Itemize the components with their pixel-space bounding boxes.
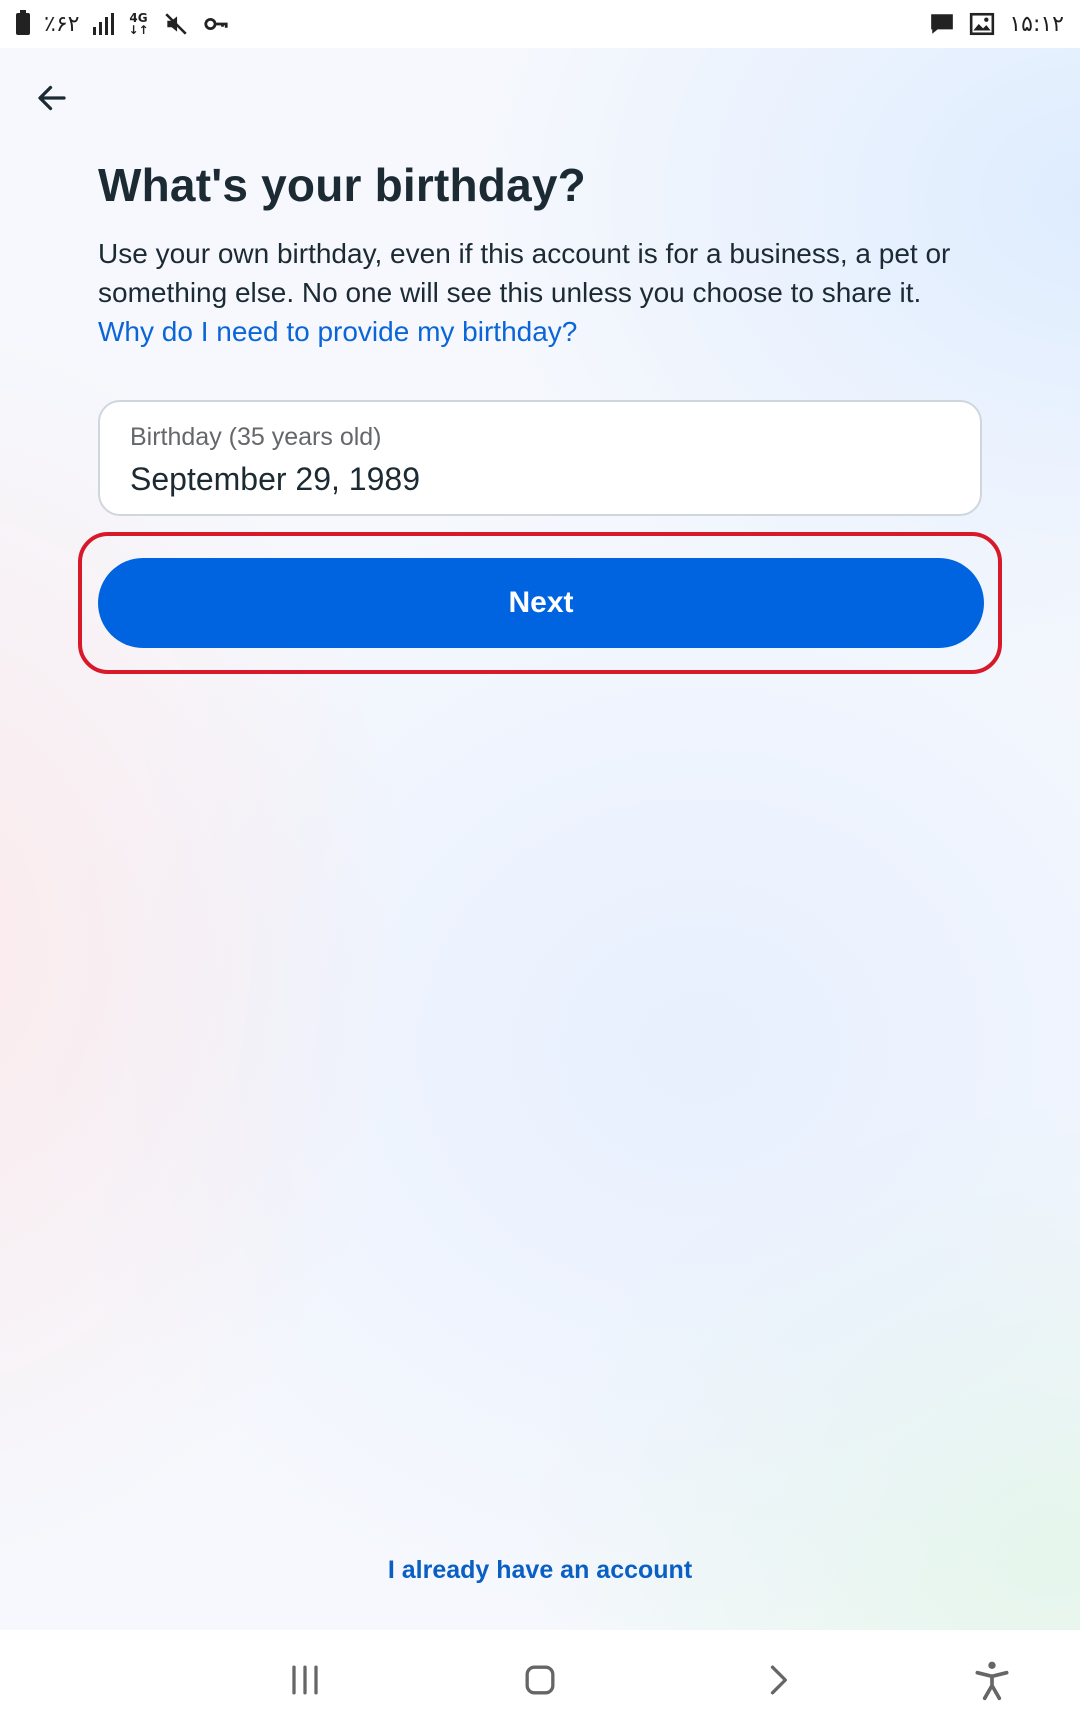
birthday-field[interactable]: Birthday (35 years old) September 29, 19… [98,400,982,516]
description-text: Use your own birthday, even if this acco… [98,238,951,308]
home-icon [525,1665,555,1695]
network-4g-icon: 4G ↓↑ [128,11,149,37]
why-birthday-link[interactable]: Why do I need to provide my birthday? [98,316,577,347]
arrow-left-icon [38,85,66,111]
page-description: Use your own birthday, even if this acco… [98,234,978,351]
next-button[interactable]: Next [98,558,984,648]
signal-icon [93,13,115,35]
mute-icon [164,13,187,35]
birthday-field-label: Birthday (35 years old) [130,423,382,451]
navigation-bar [0,1630,1080,1728]
back-nav-button[interactable] [752,1654,804,1706]
battery-percentage: ٪۶۲ [44,11,80,37]
back-button[interactable] [28,74,76,122]
recent-apps-button[interactable] [279,1654,331,1706]
key-icon [203,17,228,31]
battery-icon [16,10,30,35]
status-bar: ٪۶۲ 4G ↓↑ ۱۵:۱۲ [0,0,1080,48]
recent-apps-icon [292,1665,318,1695]
main-content: What's your birthday? Use your own birth… [0,48,1080,1630]
accessibility-icon [975,1661,1009,1701]
message-icon [931,14,954,34]
status-time: ۱۵:۱۲ [1009,11,1064,37]
image-icon [970,12,995,36]
status-left: ٪۶۲ 4G ↓↑ [16,10,229,37]
birthday-field-value: September 29, 1989 [130,461,420,497]
accessibility-button[interactable] [966,1654,1018,1706]
page-title: What's your birthday? [98,159,586,211]
home-button[interactable] [514,1654,566,1706]
back-chevron-icon [770,1665,787,1695]
status-right: ۱۵:۱۲ [929,11,1064,37]
already-have-account-link[interactable]: I already have an account [0,1556,1080,1585]
